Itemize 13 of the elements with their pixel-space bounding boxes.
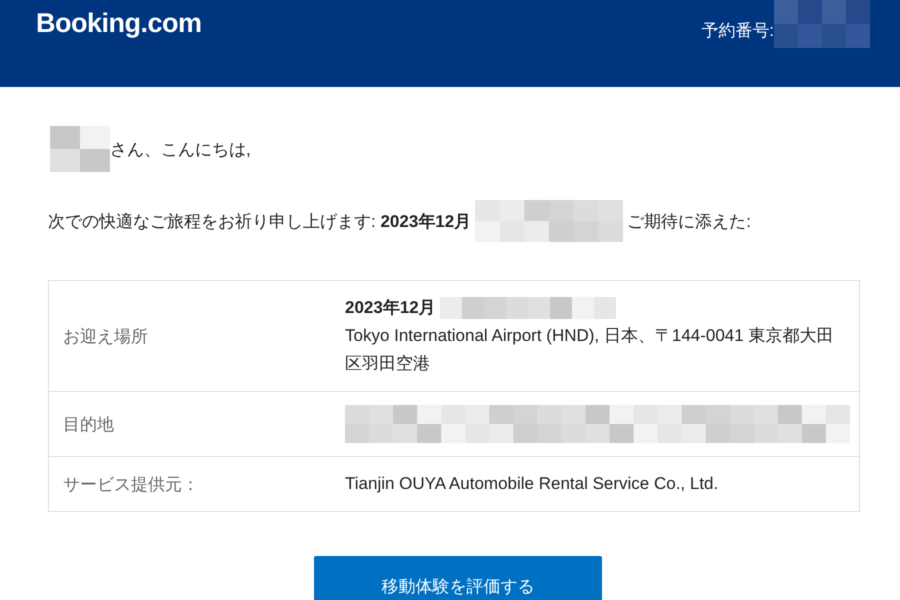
intro-text: ご期待に添えた: <box>627 210 751 232</box>
pickup-date: 2023年12月 <box>345 297 436 319</box>
reservation-label: 予約番号: <box>701 20 774 42</box>
logo[interactable]: Booking.com <box>36 8 202 39</box>
row-value: Tokyo International Airport (HND), 日本、〒144-0041 東京都大田区羽田空港 <box>345 326 834 373</box>
row-label: お迎え場所 <box>62 326 149 348</box>
row-label: サービス提供元： <box>62 474 200 496</box>
row-value: Tianjin OUYA Automobile Rental Service Co., Ltd. <box>345 474 718 493</box>
greeting-text: さん、こんにちは, <box>110 138 251 160</box>
intro-text: 次での快適なご旅程をお祈り申し上げます: 2023年12月 <box>48 210 472 232</box>
row-label: 目的地 <box>62 414 115 436</box>
rate-trip-button[interactable]: 移動体験を評価する <box>314 556 602 600</box>
redaction-drawing <box>50 126 110 172</box>
